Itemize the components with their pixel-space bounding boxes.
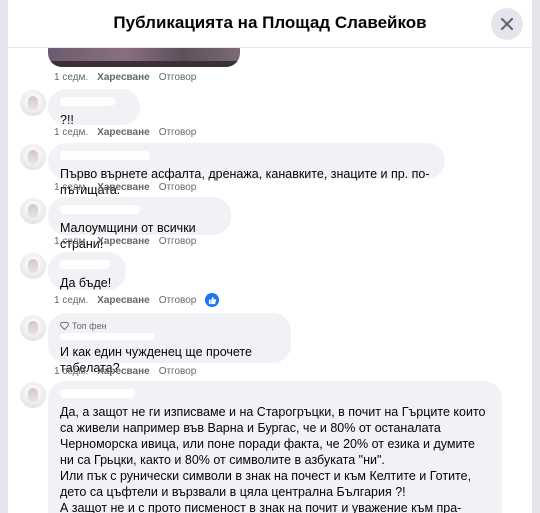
comment-meta: 1 седм. Харесване Отговор xyxy=(54,293,228,307)
diamond-icon xyxy=(60,322,69,330)
comment-time[interactable]: 1 седм. xyxy=(54,236,88,247)
comment-text: Да, а защот не ги изписваме и на Старогр… xyxy=(60,405,486,513)
like-button[interactable]: Харесване xyxy=(97,182,150,193)
avatar[interactable] xyxy=(20,144,46,170)
comment-time[interactable]: 1 седм. xyxy=(54,295,88,306)
comment-time[interactable]: 1 седм. xyxy=(54,182,88,193)
comment-image[interactable] xyxy=(48,47,240,67)
reply-button[interactable]: Отговор xyxy=(159,127,197,138)
comment-meta: 1 седм. Харесване Отговор xyxy=(54,366,205,377)
comment-time[interactable]: 1 седм. xyxy=(54,72,88,83)
comment-bubble: Да, а защот не ги изписваме и на Старогр… xyxy=(48,381,502,513)
top-fan-badge: Топ фен xyxy=(60,321,279,331)
close-icon xyxy=(500,17,514,31)
reply-button[interactable]: Отговор xyxy=(159,182,197,193)
like-button[interactable]: Харесване xyxy=(97,72,150,83)
commenter-name[interactable] xyxy=(60,333,155,340)
avatar[interactable] xyxy=(20,382,46,408)
comment-bubble: Топ фен И как един чужденец ще прочете т… xyxy=(48,313,291,375)
commenter-name[interactable] xyxy=(60,97,115,106)
like-button[interactable]: Харесване xyxy=(97,295,150,306)
comment-time[interactable]: 1 седм. xyxy=(54,127,88,138)
reply-button[interactable]: Отговор xyxy=(159,295,197,306)
avatar[interactable] xyxy=(20,315,46,341)
comment-bubble: Да бъде! xyxy=(48,252,126,290)
like-button[interactable]: Харесване xyxy=(97,127,150,138)
avatar[interactable] xyxy=(20,90,46,116)
comment-bubble: ?!! xyxy=(48,89,140,127)
like-reaction-icon[interactable] xyxy=(205,293,220,307)
page-title: Публикацията на Площад Славейков xyxy=(113,13,427,32)
thumbs-up-icon xyxy=(208,296,217,304)
comment-bubble: Първо върнете асфалта, дренажа, канавкит… xyxy=(48,143,445,197)
close-button[interactable] xyxy=(491,8,523,40)
comment-text: ?!! xyxy=(60,113,74,127)
post-modal: Публикацията на Площад Славейков 1 седм.… xyxy=(8,0,532,513)
comment-meta: 1 седм. Харесване Отговор xyxy=(54,236,205,247)
avatar[interactable] xyxy=(20,253,46,279)
comment-meta: 1 седм. Харесване Отговор xyxy=(54,127,205,138)
top-fan-label: Топ фен xyxy=(72,321,107,331)
comment-text: Да бъде! xyxy=(60,276,112,290)
commenter-name[interactable] xyxy=(60,389,135,398)
comment-time[interactable]: 1 седм. xyxy=(54,366,88,377)
comments-list[interactable]: 1 седм. Харесване Отговор ?!! 1 седм. Ха… xyxy=(8,47,532,513)
like-button[interactable]: Харесване xyxy=(97,366,150,377)
reply-button[interactable]: Отговор xyxy=(159,366,197,377)
reply-button[interactable]: Отговор xyxy=(159,72,197,83)
commenter-name[interactable] xyxy=(60,205,140,214)
reply-button[interactable]: Отговор xyxy=(159,236,197,247)
commenter-name[interactable] xyxy=(60,151,150,160)
avatar[interactable] xyxy=(20,198,46,224)
comment-meta: 1 седм. Харесване Отговор xyxy=(54,72,205,83)
comment-bubble: Малоумщини от всички страни! xyxy=(48,197,231,251)
modal-header: Публикацията на Площад Славейков xyxy=(8,0,532,48)
commenter-name[interactable] xyxy=(60,260,110,269)
comment-meta: 1 седм. Харесване Отговор xyxy=(54,182,205,193)
like-button[interactable]: Харесване xyxy=(97,236,150,247)
